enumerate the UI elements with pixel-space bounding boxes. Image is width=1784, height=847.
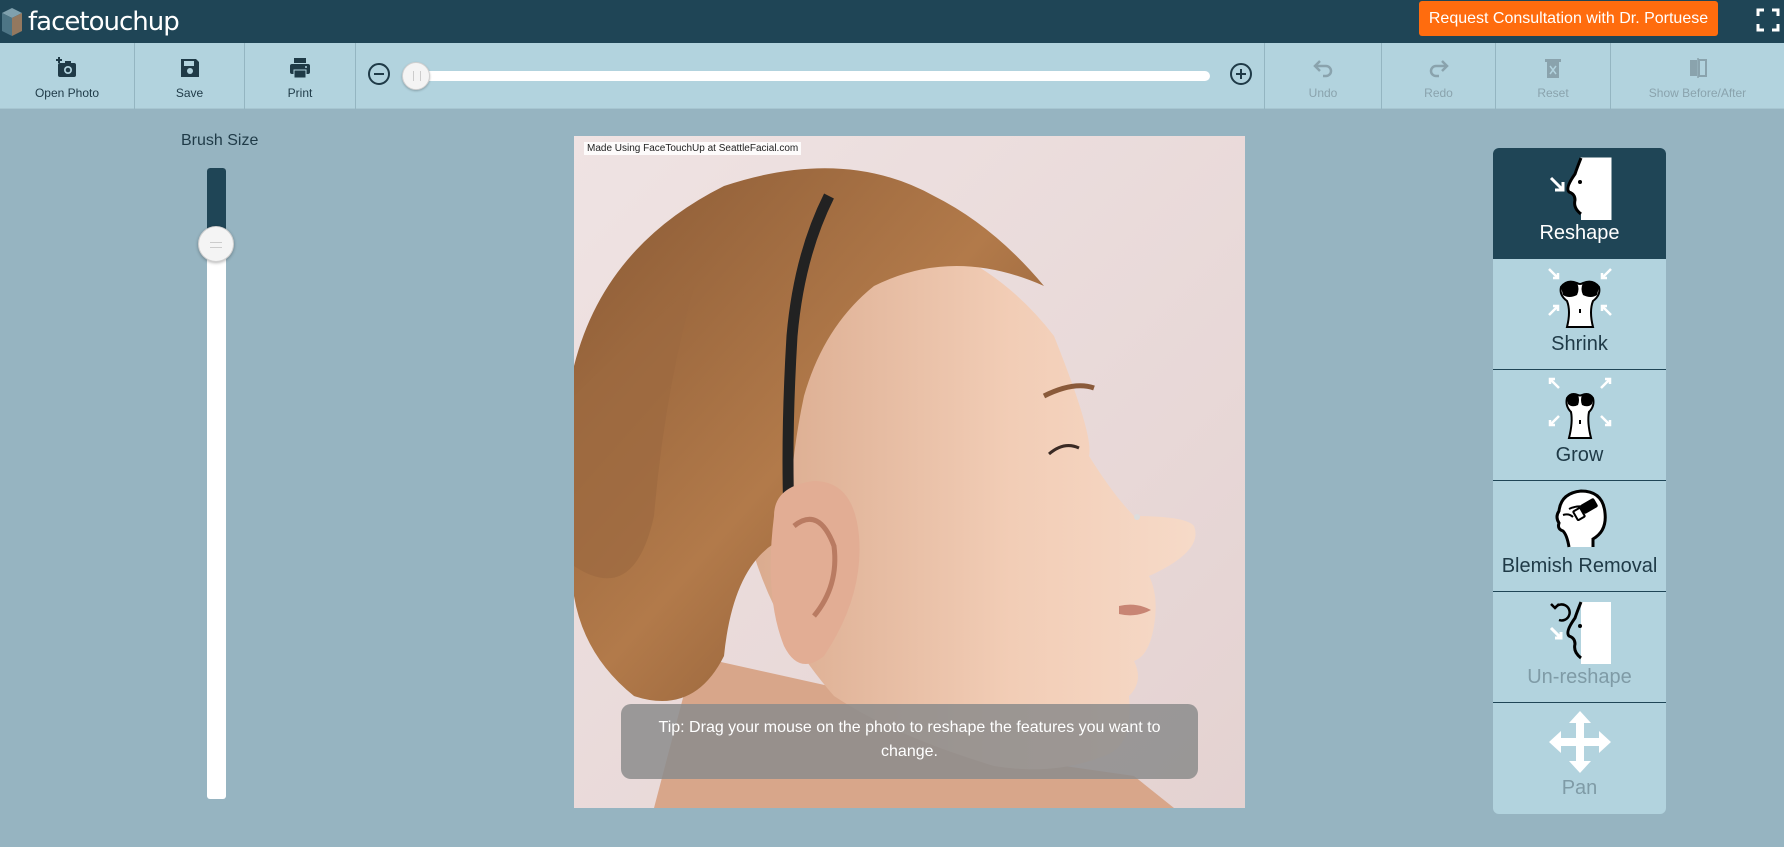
un-reshape-icon xyxy=(1549,601,1611,664)
tool-label: Reshape xyxy=(1539,222,1620,244)
tool-reshape[interactable]: Reshape xyxy=(1493,148,1666,259)
zoom-slider-track[interactable] xyxy=(412,71,1210,81)
tool-grow[interactable]: Grow xyxy=(1493,370,1666,481)
reset-label: Reset xyxy=(1537,86,1569,100)
zoom-in-icon[interactable] xyxy=(1229,62,1253,86)
show-before-after-button[interactable]: Show Before/After xyxy=(1611,43,1784,109)
compare-icon xyxy=(1689,58,1707,78)
redo-button[interactable]: Redo xyxy=(1382,43,1495,109)
undo-icon xyxy=(1313,60,1333,78)
logo[interactable]: facetouchup xyxy=(0,5,180,39)
zoom-out-icon[interactable] xyxy=(367,62,391,86)
logo-text: facetouchup xyxy=(28,7,180,37)
toolbar-divider xyxy=(355,43,356,109)
zoom-slider-thumb[interactable] xyxy=(402,62,430,90)
pan-icon xyxy=(1548,711,1611,773)
print-button[interactable]: Print xyxy=(245,43,355,109)
tool-label: Shrink xyxy=(1551,333,1608,355)
tool-label: Grow xyxy=(1555,444,1604,466)
tools-panel: Reshape Shrink Grow Blemish Removal Un-r… xyxy=(1493,148,1666,814)
blemish-removal-icon xyxy=(1555,489,1607,548)
brush-size-label: Brush Size xyxy=(181,132,259,149)
fullscreen-icon[interactable] xyxy=(1756,8,1780,32)
add-photo-icon xyxy=(56,57,76,77)
brush-size-slider-track[interactable] xyxy=(207,168,226,799)
undo-label: Undo xyxy=(1308,86,1338,100)
save-button[interactable]: Save xyxy=(135,43,244,109)
tool-label: Pan xyxy=(1561,777,1598,799)
shrink-icon xyxy=(1547,268,1612,328)
print-label: Print xyxy=(287,86,313,100)
reshape-icon xyxy=(1549,157,1611,220)
logo-cube-icon xyxy=(2,8,22,36)
grow-icon xyxy=(1548,377,1611,439)
request-consultation-button[interactable]: Request Consultation with Dr. Portuese xyxy=(1419,1,1718,36)
redo-label: Redo xyxy=(1424,86,1453,100)
tool-label: Un-reshape xyxy=(1527,666,1632,688)
tool-blemish-removal[interactable]: Blemish Removal xyxy=(1493,481,1666,592)
open-photo-label: Open Photo xyxy=(34,86,100,100)
reset-button[interactable]: Reset xyxy=(1496,43,1610,109)
tool-label: Blemish Removal xyxy=(1501,555,1658,577)
save-label: Save xyxy=(175,86,204,100)
save-icon xyxy=(180,59,199,77)
top-bar: facetouchup Request Consultation with Dr… xyxy=(0,0,1784,43)
trash-icon xyxy=(1545,59,1561,78)
tool-pan[interactable]: Pan xyxy=(1493,703,1666,814)
open-photo-button[interactable]: Open Photo xyxy=(0,43,134,109)
redo-icon xyxy=(1429,60,1449,78)
tool-un-reshape[interactable]: Un-reshape xyxy=(1493,592,1666,703)
brush-size-slider-thumb[interactable] xyxy=(198,226,234,262)
watermark: Made Using FaceTouchUp at SeattleFacial.… xyxy=(584,142,802,155)
undo-button[interactable]: Undo xyxy=(1265,43,1381,109)
print-icon xyxy=(290,58,310,79)
tip-message: Tip: Drag your mouse on the photo to res… xyxy=(621,704,1198,779)
tool-shrink[interactable]: Shrink xyxy=(1493,259,1666,370)
before-after-label: Show Before/After xyxy=(1648,86,1747,100)
